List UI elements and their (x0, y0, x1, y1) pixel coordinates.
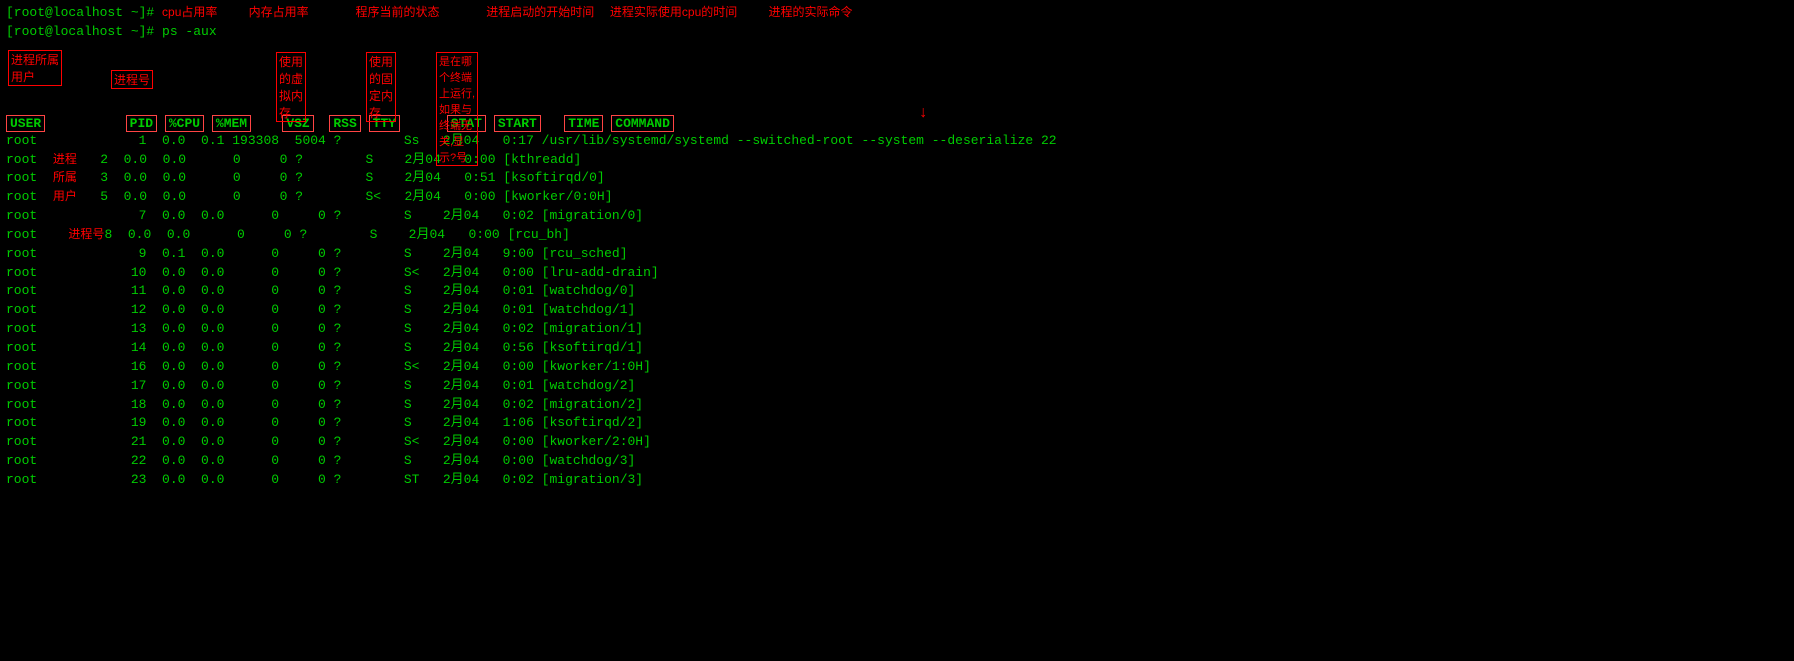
header-cpu: %CPU (165, 115, 204, 132)
data-row-19: root 19 0.0 0.0 0 0 ? S 2月04 1:06 [ksoft… (6, 414, 1788, 433)
data-row-8: root 进程号8 0.0 0.0 0 0 ? S 2月04 0:00 [rcu… (6, 226, 1788, 245)
ann-starttime: 进程启动的开始时间 (486, 5, 594, 19)
header-command: COMMAND (611, 115, 674, 132)
data-row-5: root 用户 5 0.0 0.0 0 0 ? S< 2月04 0:00 [kw… (6, 188, 1788, 207)
prompt-line-1: [root@localhost ~]# cpu占用率 内存占用率 程序当前的状态… (6, 4, 1788, 23)
header-mem: %MEM (212, 115, 251, 132)
ann-arrow-command: ↓ (918, 104, 928, 122)
data-row-18: root 18 0.0 0.0 0 0 ? S 2月04 0:02 [migra… (6, 396, 1788, 415)
ann-state: 程序当前的状态 (355, 5, 439, 19)
data-row-7: root 7 0.0 0.0 0 0 ? S 2月04 0:02 [migrat… (6, 207, 1788, 226)
terminal: [root@localhost ~]# cpu占用率 内存占用率 程序当前的状态… (6, 4, 1788, 490)
data-row-10: root 10 0.0 0.0 0 0 ? S< 2月04 0:00 [lru-… (6, 264, 1788, 283)
column-headers: USER PID %CPU %MEM VSZ RSS TTY STAT STAR… (6, 115, 674, 132)
data-row-13: root 13 0.0 0.0 0 0 ? S 2月04 0:02 [migra… (6, 320, 1788, 339)
data-row-11: root 11 0.0 0.0 0 0 ? S 2月04 0:01 [watch… (6, 282, 1788, 301)
data-row-12: root 12 0.0 0.0 0 0 ? S 2月04 0:01 [watch… (6, 301, 1788, 320)
data-row-14: root 14 0.0 0.0 0 0 ? S 2月04 0:56 [ksoft… (6, 339, 1788, 358)
data-row-1: root 1 0.0 0.1 193308 5004 ? Ss 2月04 0:1… (6, 132, 1788, 151)
data-row-17: root 17 0.0 0.0 0 0 ? S 2月04 0:01 [watch… (6, 377, 1788, 396)
ann-box-user: 进程所属用户 (8, 50, 62, 86)
ann-box-tty: 是在哪个终端上运行,如果与终端无关,显示?号 (436, 52, 478, 166)
data-row-23: root 23 0.0 0.0 0 0 ? ST 2月04 0:02 [migr… (6, 471, 1788, 490)
header-rss: RSS (329, 115, 360, 132)
ann-box-pid: 进程号 (111, 70, 153, 89)
ann-cpu: cpu占用率 (162, 5, 217, 19)
header-annotation-area: USER PID %CPU %MEM VSZ RSS TTY STAT STAR… (6, 42, 1788, 132)
data-row-3: root 所属 3 0.0 0.0 0 0 ? S 2月04 0:51 [kso… (6, 169, 1788, 188)
header-time: TIME (564, 115, 603, 132)
ann-box-vsz: 使用的虚拟内存 (276, 52, 306, 122)
ann-command: 进程的实际命令 (768, 5, 852, 19)
data-row-2: root 进程 2 0.0 0.0 0 0 ? S 2月04 0:00 [kth… (6, 151, 1788, 170)
prompt-line-2: [root@localhost ~]# ps -aux (6, 23, 1788, 42)
data-row-21: root 21 0.0 0.0 0 0 ? S< 2月04 0:00 [kwor… (6, 433, 1788, 452)
header-pid: PID (126, 115, 157, 132)
data-row-9: root 9 0.1 0.0 0 0 ? S 2月04 9:00 [rcu_sc… (6, 245, 1788, 264)
ann-box-rss: 使用的固定内存 (366, 52, 396, 122)
header-start: START (494, 115, 541, 132)
data-row-22: root 22 0.0 0.0 0 0 ? S 2月04 0:00 [watch… (6, 452, 1788, 471)
ann-cputime: 进程实际使用cpu的时间 (610, 5, 737, 19)
ann-mem: 内存占用率 (249, 5, 309, 19)
header-user: USER (6, 115, 45, 132)
data-row-16: root 16 0.0 0.0 0 0 ? S< 2月04 0:00 [kwor… (6, 358, 1788, 377)
